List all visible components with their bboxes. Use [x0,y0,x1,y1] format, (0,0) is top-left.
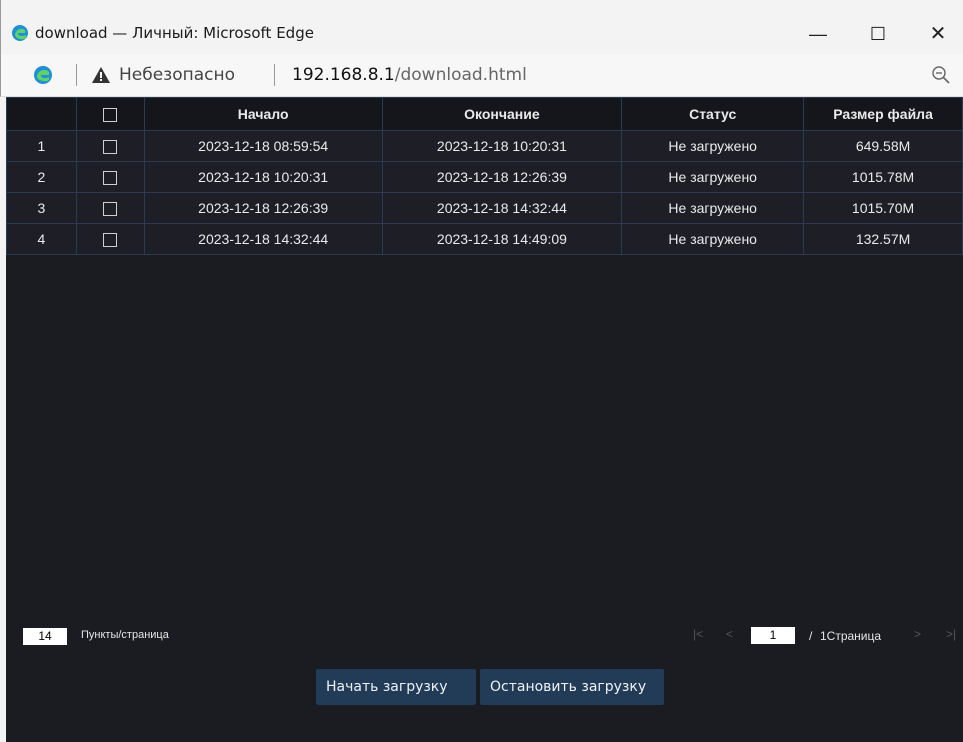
table-row[interactable]: 3 2023-12-18 12:26:39 2023-12-18 14:32:4… [6,192,963,224]
header-number [6,97,77,131]
recordings-table: Начало Окончание Статус Размер файла 1 2… [6,97,963,255]
row-status: Не загружено [621,161,805,193]
url-host: 192.168.8.1 [292,65,395,85]
stop-download-button[interactable]: Остановить загрузку [480,669,664,705]
row-select-cell [75,130,145,162]
header-file-size: Размер файла [803,97,963,131]
table-row[interactable]: 4 2023-12-18 14:32:44 2023-12-18 14:49:0… [6,223,963,255]
table-header-row: Начало Окончание Статус Размер файла [6,97,963,131]
row-status: Не загружено [621,223,805,255]
items-per-page-label: Пункты/страница [81,629,169,641]
row-checkbox[interactable] [103,140,118,155]
next-page-icon[interactable]: > [914,627,921,641]
items-per-page-input[interactable]: 14 [23,628,67,645]
last-page-icon[interactable]: >| [946,627,956,641]
row-number: 3 [6,192,77,224]
row-number: 1 [6,130,77,162]
address-bar[interactable]: Небезопасно 192.168.8.1/download.html [0,54,963,97]
table-row[interactable]: 2 2023-12-18 10:20:31 2023-12-18 12:26:3… [6,161,963,193]
row-checkbox[interactable] [103,233,118,248]
row-end: 2023-12-18 12:26:39 [381,161,623,193]
row-end: 2023-12-18 14:32:44 [381,192,623,224]
row-size: 1015.78M [803,161,963,193]
prev-page-icon[interactable]: < [726,627,733,641]
row-end: 2023-12-18 10:20:31 [381,130,623,162]
row-checkbox[interactable] [103,202,118,217]
edge-logo-icon [12,25,28,41]
row-start: 2023-12-18 10:20:31 [143,161,383,193]
row-start: 2023-12-18 12:26:39 [143,192,383,224]
url-text[interactable]: 192.168.8.1/download.html [292,65,527,85]
row-size: 1015.70M [803,192,963,224]
header-start: Начало [143,97,383,131]
url-path: /download.html [394,65,527,85]
page-separator: / [809,629,813,643]
download-page: Начало Окончание Статус Размер файла 1 2… [6,97,963,742]
row-status: Не загружено [621,130,805,162]
header-select-all [75,97,145,131]
warning-icon[interactable] [91,65,111,85]
close-button[interactable]: ✕ [913,14,963,54]
separator [76,64,77,86]
first-page-icon[interactable]: |< [693,627,703,641]
row-select-cell [75,223,145,255]
page-number-input[interactable]: 1 [751,627,795,644]
minimize-button[interactable]: — [793,14,843,54]
maximize-button[interactable]: ☐ [853,14,903,54]
select-all-checkbox[interactable] [103,108,118,123]
zoom-out-icon[interactable] [931,65,951,85]
table-row[interactable]: 1 2023-12-18 08:59:54 2023-12-18 10:20:3… [6,130,963,162]
total-pages-label: 1Страница [820,629,882,643]
separator [274,64,275,86]
row-end: 2023-12-18 14:49:09 [381,223,623,255]
row-select-cell [75,192,145,224]
window-title: download — Личный: Microsoft Edge [35,24,314,42]
insecure-label[interactable]: Небезопасно [119,65,235,85]
title-bar: download — Личный: Microsoft Edge — ☐ ✕ [0,0,963,54]
header-status: Статус [621,97,805,131]
edge-logo-icon [34,66,52,84]
row-checkbox[interactable] [103,171,118,186]
header-end: Окончание [381,97,623,131]
row-size: 132.57M [803,223,963,255]
row-select-cell [75,161,145,193]
row-start: 2023-12-18 08:59:54 [143,130,383,162]
row-number: 4 [6,223,77,255]
start-download-button[interactable]: Начать загрузку [316,669,476,705]
row-number: 2 [6,161,77,193]
row-start: 2023-12-18 14:32:44 [143,223,383,255]
row-size: 649.58M [803,130,963,162]
row-status: Не загружено [621,192,805,224]
